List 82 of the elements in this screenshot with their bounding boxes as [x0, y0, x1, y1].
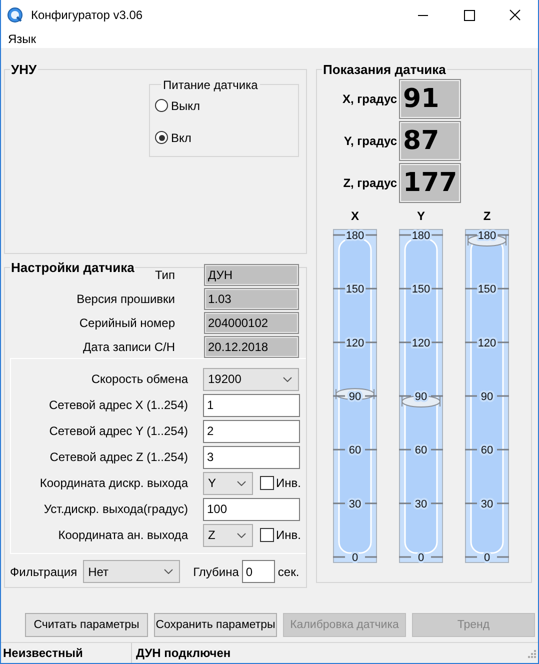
dropdown[interactable]: Y	[203, 472, 253, 495]
input-field[interactable]: 100	[203, 498, 300, 521]
tick-label: 180	[346, 230, 364, 242]
tick-label: 0	[352, 552, 358, 563]
dropdown[interactable]: 19200	[203, 368, 299, 391]
reading-label: Z, градус	[342, 176, 397, 190]
checkbox[interactable]	[260, 476, 274, 490]
tick-label: 90	[348, 390, 362, 403]
field-label: Координата дискр. выхода	[38, 476, 188, 490]
axis-label: Y	[416, 208, 425, 225]
tick-label: 60	[414, 444, 428, 457]
status-text: ДУН подключен	[135, 646, 231, 660]
app-icon	[7, 7, 23, 23]
tick-label: 30	[414, 498, 428, 510]
reading-value: 177	[399, 162, 461, 203]
field-label: Фильтрация	[10, 564, 78, 579]
dropdown[interactable]: Нет	[83, 560, 180, 584]
group-title: Питание датчика	[162, 78, 259, 92]
tick-label: 0	[418, 552, 424, 563]
reading-label: Y, градус	[342, 134, 397, 148]
tick-label: 150	[412, 284, 430, 296]
radio-label: Выкл	[171, 98, 200, 113]
reading-value: 87	[399, 120, 461, 161]
group-title: Настройки датчика	[10, 260, 136, 275]
field-label: Версия прошивки	[76, 290, 175, 308]
tick-label: 180	[412, 230, 430, 242]
field-label: Скорость обмена	[90, 372, 188, 386]
field-label: Тип	[154, 266, 175, 284]
chevron-icon	[237, 532, 246, 538]
reading-label: X, градус	[342, 92, 397, 106]
tick-label: 120	[346, 337, 364, 350]
radio-label: Вкл	[171, 130, 192, 145]
chevron-icon	[164, 569, 174, 574]
field-label: Сетевой адрес X (1..254)	[48, 398, 188, 412]
radio-button[interactable]	[155, 131, 168, 144]
tick-label: 120	[412, 337, 430, 350]
tick-label: 60	[348, 444, 362, 457]
tick-label: 30	[348, 498, 362, 510]
tick-label: 180	[478, 230, 496, 242]
field-label: Сетевой адрес Z (1..254)	[48, 450, 188, 464]
checkbox-label: Инв.	[276, 528, 301, 542]
input-field[interactable]: 3	[203, 446, 300, 469]
dropdown[interactable]: Z	[203, 524, 253, 547]
group-title: УНУ	[10, 62, 38, 77]
resize-grip-icon	[526, 648, 536, 658]
window-title: Конфигуратор v3.06	[31, 8, 143, 22]
axis-label: X	[350, 208, 359, 225]
unit-label: сек.	[278, 564, 300, 579]
checkbox[interactable]	[260, 528, 274, 542]
field-label: Дата записи С/Н	[83, 338, 175, 356]
group-title: Показания датчика	[322, 62, 447, 77]
readonly-field: 1.03	[204, 288, 299, 310]
input-field[interactable]: 1	[203, 394, 300, 417]
tick-label: 120	[478, 337, 496, 350]
readonly-field: 20.12.2018	[204, 336, 299, 358]
chevron-icon	[237, 480, 246, 486]
radio-button[interactable]	[155, 99, 168, 112]
menu-item[interactable]: Язык	[1, 32, 44, 46]
field-label: Сетевой адрес Y (1..254)	[48, 424, 188, 438]
reading-value: 91	[399, 78, 461, 119]
readonly-field: 204000102	[204, 312, 299, 334]
tick-label: 0	[484, 552, 490, 563]
field-label: Уст.дискр. выхода(градус)	[42, 502, 188, 516]
tick-label: 150	[346, 284, 364, 296]
status-text: Неизвестный	[1, 643, 132, 663]
axis-label: Z	[483, 208, 491, 225]
chevron-icon	[283, 376, 292, 382]
checkbox-label: Инв.	[276, 476, 301, 490]
tick-label: 90	[414, 390, 428, 403]
tick-label: 150	[478, 284, 496, 296]
action-button[interactable]: Считать параметры	[25, 613, 148, 638]
readonly-field: ДУН	[204, 264, 299, 286]
field-label: Серийный номер	[79, 314, 175, 332]
input-field[interactable]: 0	[242, 560, 275, 584]
input-field[interactable]: 2	[203, 420, 300, 443]
tick-label: 30	[480, 498, 494, 510]
field-label: Координата ан. выхода	[57, 528, 188, 542]
gauge-thumb[interactable]	[336, 388, 374, 400]
field-label: Глубина	[193, 564, 239, 579]
tick-label: 60	[480, 444, 494, 457]
action-button[interactable]: Сохранить параметры	[154, 613, 277, 638]
tick-label: 90	[480, 390, 494, 403]
